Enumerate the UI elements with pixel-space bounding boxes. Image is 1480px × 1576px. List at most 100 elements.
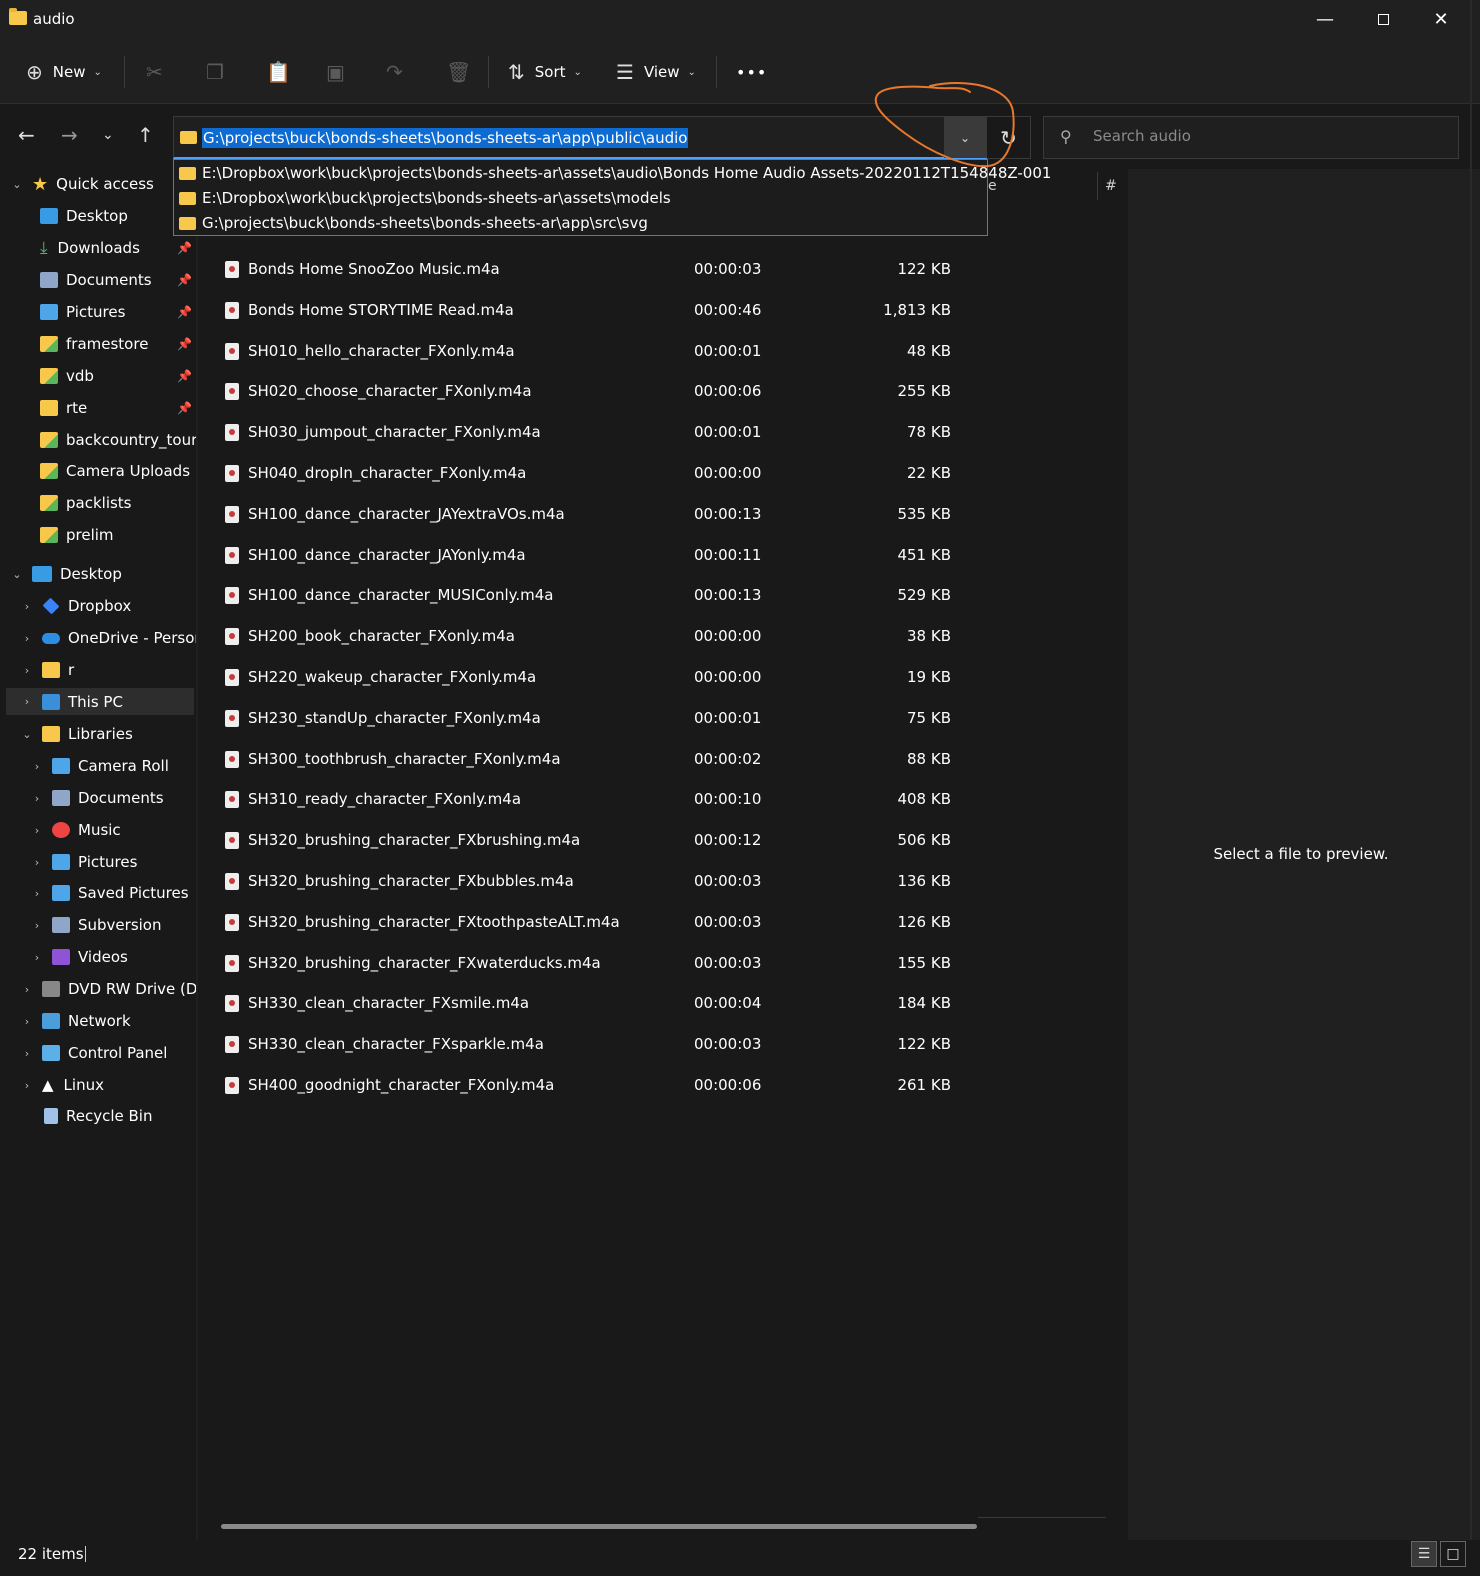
sidebar-item-rte[interactable]: rte 📌 bbox=[40, 393, 196, 423]
chevron-right-icon: › bbox=[34, 855, 40, 869]
sidebar-item-subversion[interactable]: › Subversion bbox=[30, 910, 196, 940]
address-history-dropdown-button[interactable]: ⌄ bbox=[944, 117, 986, 158]
up-button[interactable]: ↑ bbox=[137, 123, 154, 147]
file-name: SH100_dance_character_MUSIConly.m4a bbox=[248, 586, 554, 604]
file-duration: 00:00:10 bbox=[694, 790, 762, 808]
sidebar-item-camera-roll[interactable]: › Camera Roll bbox=[30, 751, 196, 781]
file-row[interactable]: SH400_goodnight_character_FXonly.m4a 00:0… bbox=[220, 1070, 980, 1100]
sidebar-item-control-panel[interactable]: › Control Panel bbox=[20, 1038, 196, 1068]
sidebar-item-videos[interactable]: › Videos bbox=[30, 942, 196, 972]
address-suggestion-item[interactable]: E:\Dropbox\work\buck\projects\bonds-shee… bbox=[179, 186, 671, 210]
sidebar-item-this-pc[interactable]: › This PC bbox=[6, 688, 194, 715]
address-bar[interactable]: G:\projects\buck\bonds-sheets\bonds-shee… bbox=[173, 116, 987, 159]
audio-file-icon bbox=[225, 954, 239, 972]
horizontal-scrollbar[interactable] bbox=[221, 1524, 977, 1529]
cut-button[interactable]: ✂ bbox=[146, 54, 163, 90]
paste-button[interactable]: 📋 bbox=[266, 54, 291, 90]
sidebar-item-pictures[interactable]: Pictures 📌 bbox=[40, 297, 196, 327]
file-row[interactable]: SH320_brushing_character_FXtoothpasteALT… bbox=[220, 907, 980, 937]
file-row[interactable]: SH100_dance_character_JAYextraVOs.m4a 00:… bbox=[220, 499, 980, 529]
sidebar-item-libraries[interactable]: ⌄ Libraries bbox=[20, 719, 196, 749]
sidebar-item-library-documents[interactable]: › Documents bbox=[30, 783, 196, 813]
sidebar-item-dvd-drive[interactable]: › DVD RW Drive (D:) bbox=[20, 974, 196, 1004]
sidebar-item-dropbox[interactable]: › Dropbox bbox=[20, 591, 196, 621]
sidebar-item-r[interactable]: › r bbox=[20, 655, 196, 685]
sidebar-item-label: Subversion bbox=[78, 916, 162, 934]
audio-file-icon bbox=[225, 994, 239, 1012]
address-path-input[interactable]: G:\projects\buck\bonds-sheets\bonds-shee… bbox=[202, 128, 689, 148]
sidebar-item-quick-access[interactable]: ⌄ ★ Quick access bbox=[10, 169, 196, 199]
minimize-button[interactable]: — bbox=[1296, 0, 1354, 38]
file-row[interactable]: SH200_book_character_FXonly.m4a 00:00:00 3… bbox=[220, 621, 980, 651]
view-button[interactable]: ☰ View ⌄ bbox=[616, 54, 696, 90]
sidebar-item-library-pictures[interactable]: › Pictures bbox=[30, 847, 196, 877]
back-button[interactable]: ← bbox=[18, 123, 35, 147]
sidebar-item-linux[interactable]: › ▲ Linux bbox=[20, 1070, 196, 1100]
copy-button[interactable]: ❐ bbox=[206, 54, 224, 90]
more-options-button[interactable]: ••• bbox=[736, 54, 767, 90]
sort-button[interactable]: ⇅ Sort ⌄ bbox=[508, 54, 582, 90]
audio-file-icon bbox=[225, 423, 239, 441]
maximize-button[interactable] bbox=[1354, 0, 1412, 38]
close-button[interactable]: ✕ bbox=[1412, 0, 1470, 38]
pin-icon[interactable]: 📌 bbox=[177, 305, 192, 319]
sidebar-item-music[interactable]: › Music bbox=[30, 815, 196, 845]
file-row[interactable]: SH300_toothbrush_character_FXonly.m4a 00:… bbox=[220, 744, 980, 774]
sidebar-item-prelim[interactable]: prelim bbox=[40, 520, 196, 550]
file-row[interactable]: SH330_clean_character_FXsmile.m4a 00:00:0… bbox=[220, 988, 980, 1018]
sidebar-item-backcountry-touring[interactable]: backcountry_touring bbox=[40, 425, 196, 455]
sidebar-item-packlists[interactable]: packlists bbox=[40, 488, 196, 518]
pin-icon[interactable]: 📌 bbox=[177, 369, 192, 383]
file-row[interactable]: SH320_brushing_character_FXwaterducks.m4… bbox=[220, 948, 980, 978]
forward-button[interactable]: → bbox=[61, 123, 78, 147]
chevron-right-icon: › bbox=[34, 886, 40, 900]
sidebar-item-recycle-bin[interactable]: Recycle Bin bbox=[42, 1101, 196, 1131]
address-suggestion-label: G:\projects\buck\bonds-sheets\bonds-shee… bbox=[202, 214, 648, 232]
recent-locations-button[interactable]: ⌄ bbox=[102, 127, 114, 143]
sidebar-item-desktop-root[interactable]: ⌄ Desktop bbox=[10, 559, 196, 589]
address-suggestion-item[interactable]: G:\projects\buck\bonds-sheets\bonds-shee… bbox=[179, 211, 648, 235]
file-row[interactable]: Bonds Home SnooZoo Music.m4a 00:00:03 122 … bbox=[220, 254, 980, 284]
file-row[interactable]: SH320_brushing_character_FXbubbles.m4a 00… bbox=[220, 866, 980, 896]
sidebar-item-saved-pictures[interactable]: › Saved Pictures bbox=[30, 878, 196, 908]
column-divider[interactable] bbox=[1097, 172, 1098, 200]
file-row[interactable]: SH010_hello_character_FXonly.m4a 00:00:01… bbox=[220, 336, 980, 366]
address-suggestion-item[interactable]: E:\Dropbox\work\buck\projects\bonds-shee… bbox=[179, 161, 1051, 185]
search-input[interactable] bbox=[1093, 127, 1443, 145]
file-row[interactable]: SH100_dance_character_JAYonly.m4a 00:00:1… bbox=[220, 540, 980, 570]
refresh-button[interactable]: ↻ bbox=[987, 116, 1031, 159]
file-row[interactable]: SH030_jumpout_character_FXonly.m4a 00:00:… bbox=[220, 417, 980, 447]
file-row[interactable]: SH330_clean_character_FXsparkle.m4a 00:00… bbox=[220, 1029, 980, 1059]
sidebar-item-framestore[interactable]: framestore 📌 bbox=[40, 329, 196, 359]
large-icons-view-button[interactable]: □ bbox=[1440, 1541, 1466, 1567]
sidebar-item-documents[interactable]: Documents 📌 bbox=[40, 265, 196, 295]
column-header-track-number[interactable]: # bbox=[1105, 178, 1117, 194]
pin-icon[interactable]: 📌 bbox=[177, 337, 192, 351]
search-box[interactable]: ⚲ bbox=[1043, 116, 1459, 159]
file-row[interactable]: SH310_ready_character_FXonly.m4a 00:00:10… bbox=[220, 784, 980, 814]
sidebar-item-network[interactable]: › Network bbox=[20, 1006, 196, 1036]
sidebar-item-vdb[interactable]: vdb 📌 bbox=[40, 361, 196, 391]
file-size: 122 KB bbox=[897, 260, 951, 278]
file-row[interactable]: SH040_dropIn_character_FXonly.m4a 00:00:0… bbox=[220, 458, 980, 488]
delete-button[interactable]: 🗑 bbox=[446, 54, 471, 90]
file-row[interactable]: SH100_dance_character_MUSIConly.m4a 00:00… bbox=[220, 580, 980, 610]
sidebar-item-camera-uploads[interactable]: Camera Uploads bbox=[40, 456, 196, 486]
file-row[interactable]: SH320_brushing_character_FXbrushing.m4a 0… bbox=[220, 825, 980, 855]
file-row[interactable]: SH230_standUp_character_FXonly.m4a 00:00:… bbox=[220, 703, 980, 733]
pin-icon[interactable]: 📌 bbox=[177, 273, 192, 287]
file-row[interactable]: SH220_wakeup_character_FXonly.m4a 00:00:0… bbox=[220, 662, 980, 692]
file-size: 136 KB bbox=[897, 872, 951, 890]
file-row[interactable]: SH020_choose_character_FXonly.m4a 00:00:0… bbox=[220, 376, 980, 406]
pin-icon[interactable]: 📌 bbox=[177, 241, 192, 255]
details-view-button[interactable]: ☰ bbox=[1411, 1541, 1437, 1567]
file-row[interactable]: Bonds Home STORYTIME Read.m4a 00:00:46 1,8… bbox=[220, 295, 980, 325]
new-button[interactable]: ⊕ New ⌄ bbox=[26, 54, 102, 90]
share-button[interactable]: ↷ bbox=[386, 54, 403, 90]
share-icon: ↷ bbox=[386, 60, 403, 84]
pin-icon[interactable]: 📌 bbox=[177, 401, 192, 415]
sidebar-item-onedrive[interactable]: › OneDrive - Personal bbox=[20, 623, 196, 653]
sidebar-item-label: Videos bbox=[78, 948, 128, 966]
rename-button[interactable]: ▣ bbox=[326, 54, 345, 90]
sidebar-item-downloads[interactable]: ⤓ Downloads 📌 bbox=[40, 233, 196, 263]
